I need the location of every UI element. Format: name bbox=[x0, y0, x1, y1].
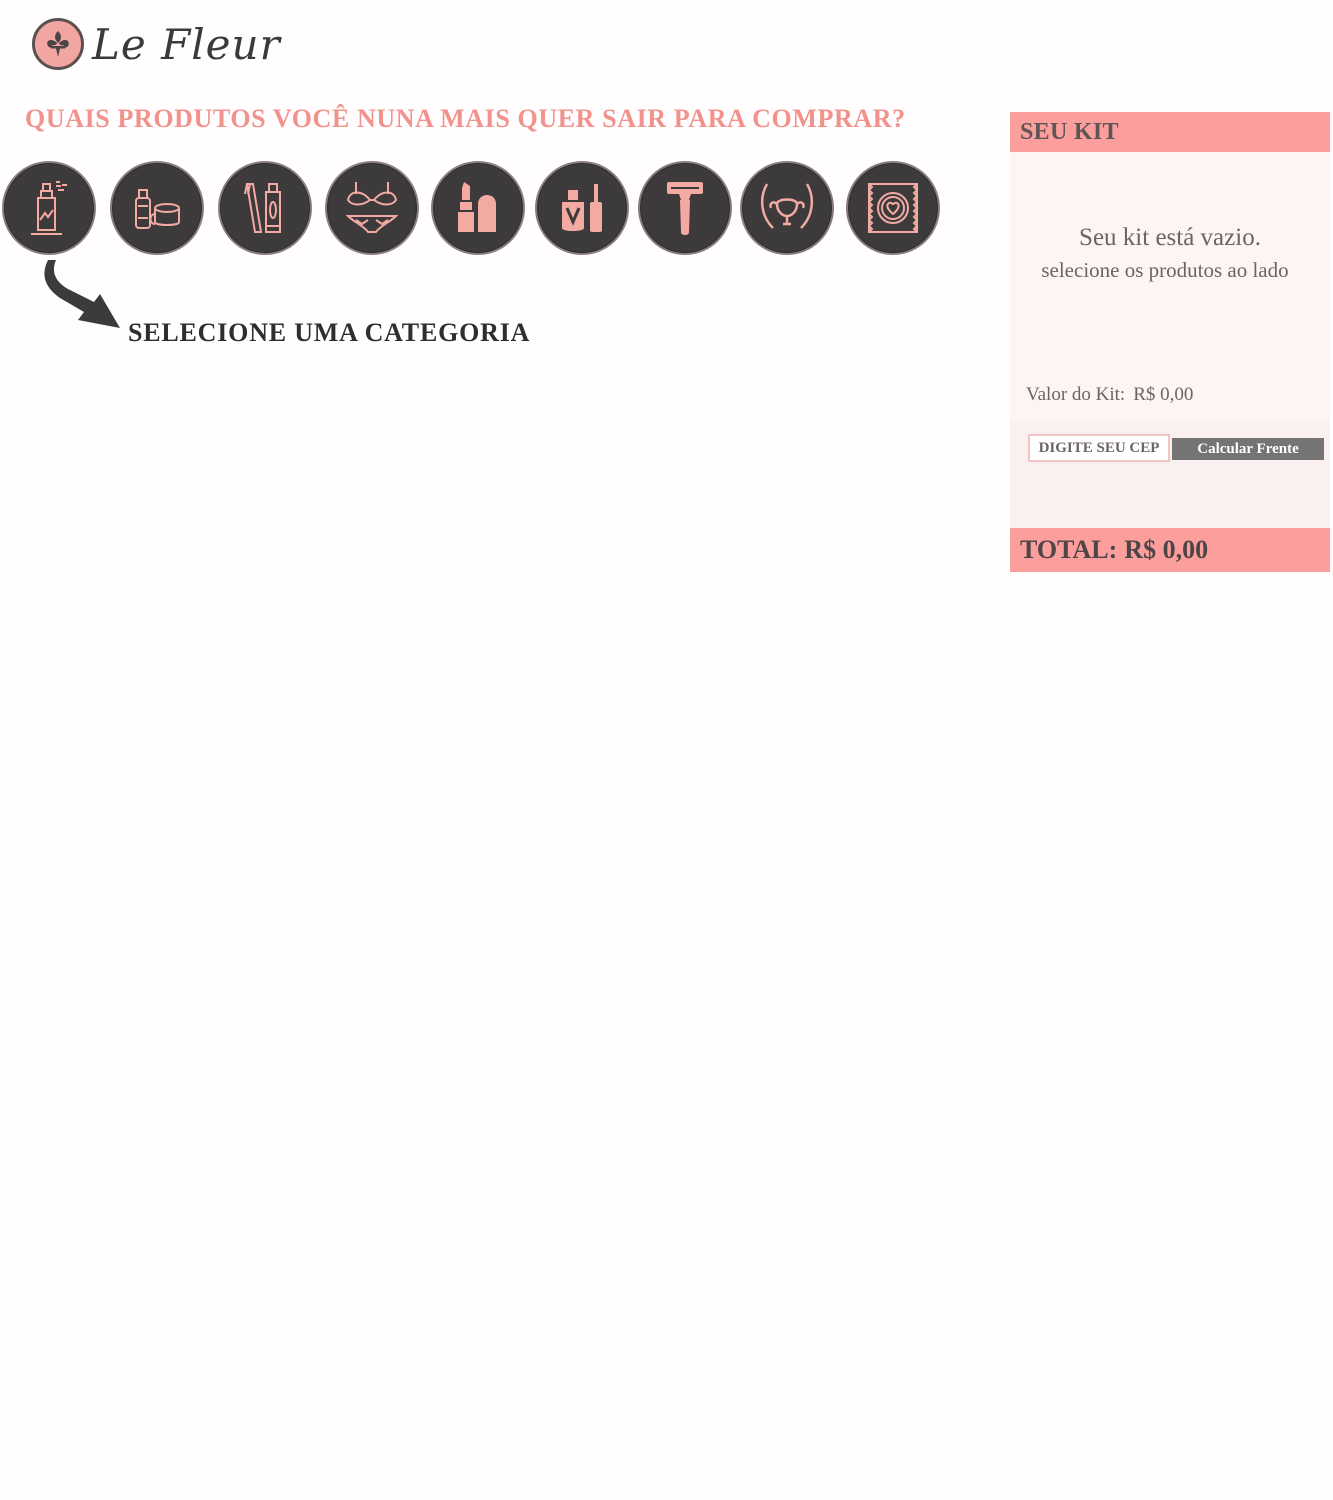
brand-logo[interactable]: Le Fleur bbox=[32, 18, 281, 70]
kit-value-label: Valor do Kit: bbox=[1026, 384, 1126, 405]
kit-value: Valor do Kit: R$ 0,00 bbox=[1026, 384, 1193, 406]
category-razor[interactable] bbox=[638, 161, 732, 255]
uterus-icon bbox=[760, 183, 814, 229]
kit-total: TOTAL: R$ 0,00 bbox=[1010, 528, 1330, 572]
category-condom[interactable] bbox=[846, 161, 940, 255]
category-perfume[interactable] bbox=[2, 161, 96, 255]
category-oral-care[interactable] bbox=[218, 161, 312, 255]
curved-arrow-icon bbox=[44, 260, 120, 328]
category-intimate[interactable] bbox=[740, 161, 834, 255]
shipping-section: Calcular Frente bbox=[1010, 420, 1330, 528]
calculate-shipping-button[interactable]: Calcular Frente bbox=[1172, 438, 1324, 460]
kit-empty-hint: selecione os produtos ao lado bbox=[1041, 258, 1289, 282]
kit-value-amount: R$ 0,00 bbox=[1133, 384, 1194, 405]
category-lotion[interactable] bbox=[110, 161, 204, 255]
category-lingerie[interactable] bbox=[325, 161, 419, 255]
kit-empty-message: Seu kit está vazio. bbox=[1079, 224, 1261, 251]
kit-total-amount: R$ 0,00 bbox=[1124, 535, 1209, 564]
page: Le Fleur QUAIS PRODUTOS VOCÊ NUNA MAIS Q… bbox=[0, 0, 1333, 1500]
razor-icon bbox=[667, 182, 703, 235]
toothbrush-toothpaste-icon bbox=[244, 183, 281, 233]
fleur-de-lis-icon bbox=[32, 18, 84, 70]
brand-name: Le Fleur bbox=[92, 19, 281, 69]
cep-input[interactable] bbox=[1028, 434, 1170, 462]
kit-total-label: TOTAL: bbox=[1020, 535, 1118, 564]
nail-polish-icon bbox=[562, 184, 602, 232]
kit-panel: SEU KIT Seu kit está vazio. selecione os… bbox=[1010, 112, 1330, 572]
page-question: QUAIS PRODUTOS VOCÊ NUNA MAIS QUER SAIR … bbox=[25, 104, 906, 133]
category-nail-polish[interactable] bbox=[535, 161, 629, 255]
perfume-spray-icon bbox=[31, 181, 67, 235]
condom-icon bbox=[867, 183, 919, 233]
lotion-cream-icon bbox=[135, 189, 180, 229]
lipstick-icon bbox=[458, 182, 496, 232]
lingerie-icon bbox=[345, 182, 399, 233]
category-lipstick[interactable] bbox=[431, 161, 525, 255]
kit-title: SEU KIT bbox=[1010, 112, 1330, 152]
select-category-hint: SELECIONE UMA CATEGORIA bbox=[128, 318, 531, 347]
